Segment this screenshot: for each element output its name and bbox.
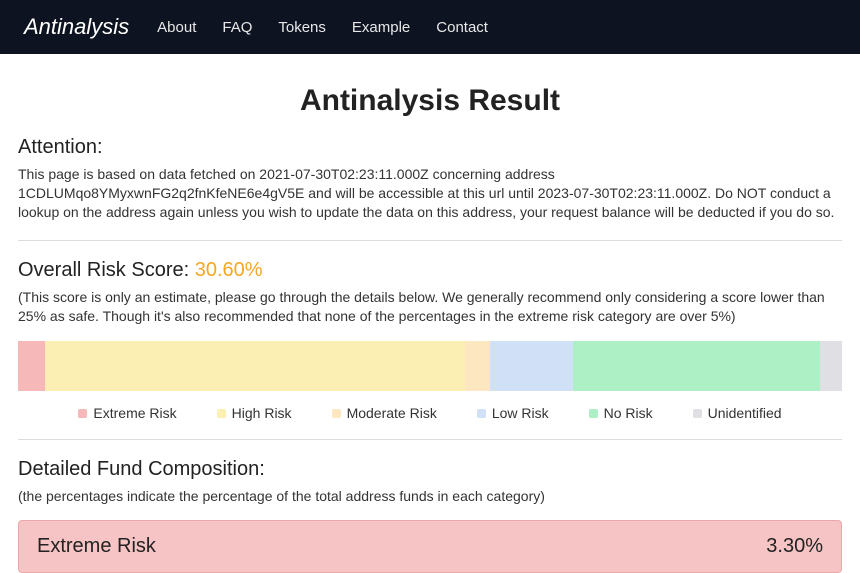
separator xyxy=(18,240,842,241)
legend-label: Moderate Risk xyxy=(347,405,437,421)
swatch-icon xyxy=(693,409,702,418)
legend-item-low: Low Risk xyxy=(477,405,549,421)
risk-segment-high xyxy=(45,341,465,391)
legend-item-moderate: Moderate Risk xyxy=(332,405,437,421)
legend-label: High Risk xyxy=(232,405,292,421)
detail-row-label: Extreme Risk xyxy=(37,535,156,558)
attention-heading: Attention: xyxy=(18,136,842,159)
overall-score-line: Overall Risk Score: 30.60% xyxy=(18,259,842,282)
content: Antinalysis Result Attention: This page … xyxy=(0,54,860,573)
swatch-icon xyxy=(589,409,598,418)
legend-item-unidentified: Unidentified xyxy=(693,405,782,421)
risk-bar-chart xyxy=(18,341,842,391)
overall-score-note: (This score is only an estimate, please … xyxy=(18,288,842,326)
attention-text: This page is based on data fetched on 20… xyxy=(18,165,842,222)
separator xyxy=(18,439,842,440)
detailed-note: (the percentages indicate the percentage… xyxy=(18,487,842,506)
page-title: Antinalysis Result xyxy=(18,84,842,118)
risk-segment-extreme xyxy=(18,341,45,391)
legend-item-norisk: No Risk xyxy=(589,405,653,421)
nav-link-example[interactable]: Example xyxy=(352,19,410,36)
swatch-icon xyxy=(477,409,486,418)
overall-score-value: 30.60% xyxy=(195,259,263,281)
detailed-heading: Detailed Fund Composition: xyxy=(18,458,842,481)
legend-item-high: High Risk xyxy=(217,405,292,421)
nav-link-tokens[interactable]: Tokens xyxy=(278,19,326,36)
legend-label: Extreme Risk xyxy=(93,405,176,421)
nav-links: About FAQ Tokens Example Contact xyxy=(157,19,488,36)
legend-label: Low Risk xyxy=(492,405,549,421)
swatch-icon xyxy=(78,409,87,418)
legend-label: No Risk xyxy=(604,405,653,421)
risk-segment-low xyxy=(490,341,572,391)
detail-row-extreme: Extreme Risk 3.30% xyxy=(18,520,842,573)
risk-segment-unidentified xyxy=(820,341,842,391)
swatch-icon xyxy=(217,409,226,418)
detail-row-pct: 3.30% xyxy=(766,535,823,558)
nav-link-faq[interactable]: FAQ xyxy=(222,19,252,36)
risk-segment-norisk xyxy=(573,341,820,391)
legend-item-extreme: Extreme Risk xyxy=(78,405,176,421)
swatch-icon xyxy=(332,409,341,418)
brand[interactable]: Antinalysis xyxy=(24,14,129,40)
legend-label: Unidentified xyxy=(708,405,782,421)
nav-link-contact[interactable]: Contact xyxy=(436,19,488,36)
nav-link-about[interactable]: About xyxy=(157,19,196,36)
navbar: Antinalysis About FAQ Tokens Example Con… xyxy=(0,0,860,54)
risk-legend: Extreme Risk High Risk Moderate Risk Low… xyxy=(18,405,842,421)
overall-score-label: Overall Risk Score: xyxy=(18,259,195,281)
risk-segment-moderate xyxy=(465,341,490,391)
